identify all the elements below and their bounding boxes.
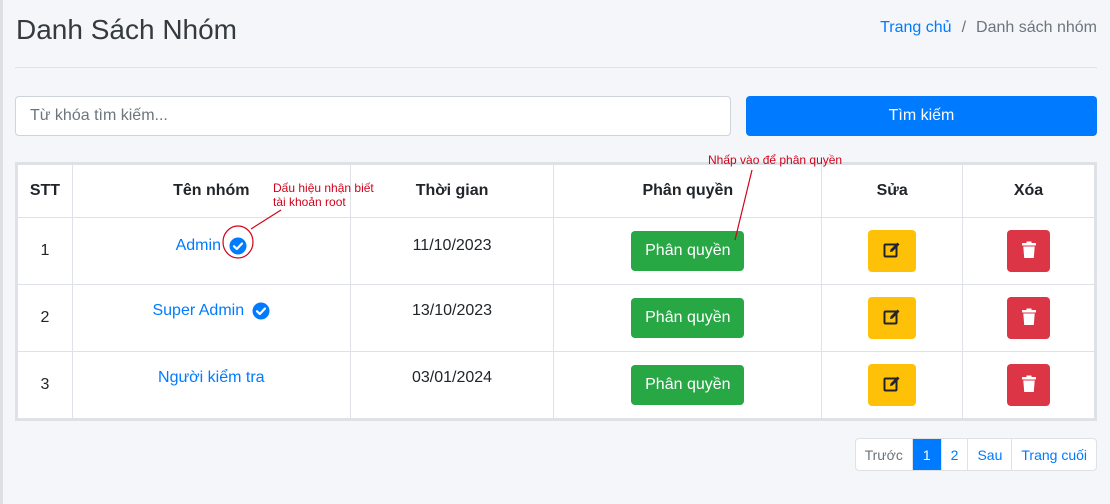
row-time-text: 03/01/2024 bbox=[412, 369, 493, 386]
trash-icon bbox=[1021, 375, 1037, 396]
row-time-text: 11/10/2023 bbox=[412, 237, 492, 254]
edit-icon bbox=[883, 241, 901, 262]
table-row: 1 Admin 11/10/2023 Phân quyền bbox=[17, 217, 1095, 285]
pagination-page-2[interactable]: 2 bbox=[940, 439, 968, 470]
page-title: Danh Sách Nhóm bbox=[16, 14, 238, 45]
trash-icon bbox=[1021, 241, 1037, 262]
delete-button[interactable] bbox=[1007, 297, 1051, 339]
breadcrumb-current: Danh sách nhóm bbox=[976, 19, 1097, 36]
pagination-prev[interactable]: Trước bbox=[856, 439, 912, 470]
edit-button[interactable] bbox=[868, 230, 917, 272]
edit-icon bbox=[883, 375, 901, 396]
search-button[interactable]: Tìm kiếm bbox=[746, 96, 1097, 136]
breadcrumb-separator: / bbox=[961, 19, 967, 36]
header-edit: Sửa bbox=[821, 164, 964, 218]
breadcrumb: Trang chủ / Danh sách nhóm bbox=[880, 19, 1097, 37]
group-name-link[interactable]: Super Admin bbox=[152, 302, 244, 320]
annotation-permission-note: Nhấp vào để phân quyền bbox=[708, 153, 843, 167]
annotation-root-note: Dấu hiệu nhận biết tài khoản root bbox=[273, 181, 374, 209]
group-table: STT Tên nhóm Thời gian Phân quyền Sửa Xó… bbox=[15, 162, 1097, 421]
permission-button[interactable]: Phân quyền bbox=[631, 365, 745, 405]
header-divider bbox=[15, 67, 1097, 68]
breadcrumb-home-link[interactable]: Trang chủ bbox=[880, 19, 951, 37]
table-header-row: STT Tên nhóm Thời gian Phân quyền Sửa Xó… bbox=[17, 164, 1095, 218]
delete-button[interactable] bbox=[1007, 230, 1051, 272]
row-stt: 2 bbox=[17, 284, 73, 352]
header-permission: Phân quyền bbox=[553, 164, 823, 218]
trash-icon bbox=[1021, 308, 1037, 329]
edit-button[interactable] bbox=[868, 297, 917, 339]
group-name-link[interactable]: Admin bbox=[176, 237, 221, 255]
annotation-root-line2: tài khoản root bbox=[273, 195, 346, 209]
permission-button[interactable]: Phân quyền bbox=[631, 298, 745, 338]
header-delete: Xóa bbox=[962, 164, 1095, 218]
header-time: Thời gian bbox=[349, 164, 555, 218]
permission-button[interactable]: Phân quyền bbox=[631, 231, 745, 271]
pagination-page-1[interactable]: 1 bbox=[911, 439, 941, 470]
check-circle-icon bbox=[252, 302, 270, 320]
left-edge bbox=[0, 0, 3, 504]
pagination-next[interactable]: Sau bbox=[967, 439, 1011, 470]
pagination-last[interactable]: Trang cuối bbox=[1011, 439, 1096, 470]
row-time: 11/10/2023 bbox=[349, 217, 555, 285]
table-row: 2 Super Admin 13/10/2023 Phân quyền bbox=[17, 284, 1095, 352]
row-time-text: 13/10/2023 bbox=[412, 302, 493, 319]
pagination: Trước 1 2 Sau Trang cuối bbox=[854, 438, 1097, 471]
row-stt: 1 bbox=[17, 217, 73, 285]
group-name-link[interactable]: Người kiểm tra bbox=[158, 369, 265, 387]
row-stt: 3 bbox=[17, 351, 73, 419]
delete-button[interactable] bbox=[1007, 364, 1051, 406]
search-input[interactable] bbox=[15, 96, 731, 136]
table-row: 3 Người kiểm tra 03/01/2024 Phân quyền bbox=[17, 351, 1095, 419]
edit-icon bbox=[883, 308, 901, 329]
check-circle-icon bbox=[229, 237, 247, 255]
header-stt: STT bbox=[17, 164, 73, 218]
edit-button[interactable] bbox=[868, 364, 917, 406]
annotation-root-line1: Dấu hiệu nhận biết bbox=[273, 181, 374, 195]
